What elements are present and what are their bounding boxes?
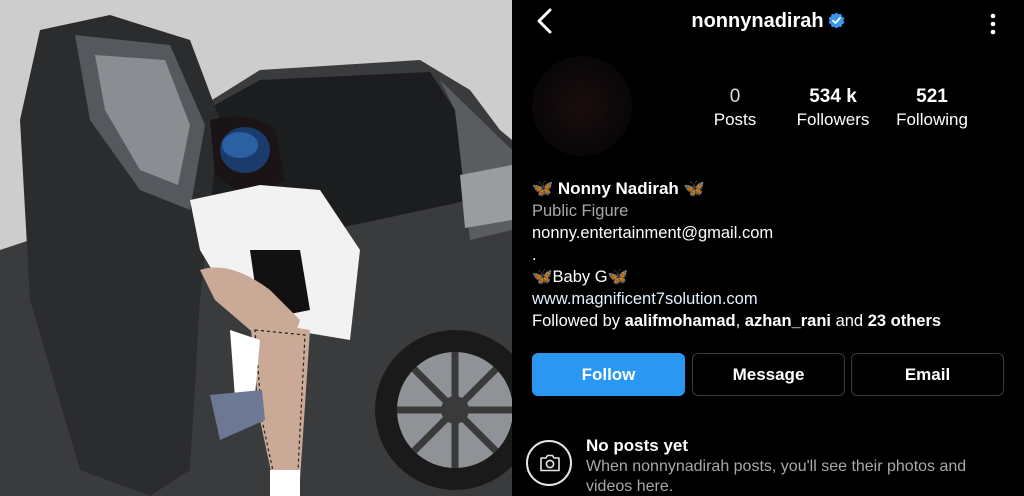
bio-email: nonny.entertainment@gmail.com <box>532 224 774 242</box>
more-vertical-icon[interactable] <box>982 12 1004 36</box>
display-name: 🦋 Nonny Nadirah 🦋 <box>532 178 1012 200</box>
bio-baby-text: Baby G <box>552 268 608 286</box>
following-count: 521 <box>916 86 948 107</box>
followed-and: and <box>835 312 864 330</box>
empty-state-title: No posts yet <box>586 436 689 455</box>
butterfly-emoji-right: 🦋 <box>683 179 705 198</box>
followed-by[interactable]: Followed by aalifmohamad, azhan_rani and… <box>532 310 1012 332</box>
profile-username-header: nonnynadirah <box>512 10 1024 33</box>
follow-button[interactable]: Follow <box>532 353 685 396</box>
stat-posts[interactable]: 0 Posts <box>680 86 790 131</box>
profile-panel: nonnynadirah 0 Posts 534 k Followers 521… <box>512 0 1024 496</box>
website-link[interactable]: www.magnificent7solution.com <box>532 288 1012 310</box>
butterfly-emoji-baby-right: 🦋 <box>607 268 629 286</box>
camera-icon <box>526 440 572 486</box>
followed-others[interactable]: 23 others <box>868 312 941 330</box>
username: nonnynadirah <box>691 10 824 32</box>
stat-followers[interactable]: 534 k Followers <box>778 86 888 131</box>
top-bar: nonnynadirah <box>512 0 1024 48</box>
profile-photo <box>0 0 512 496</box>
followed-by-prefix: Followed by <box>532 312 621 330</box>
followers-label: Followers <box>796 110 870 129</box>
posts-label: Posts <box>713 110 757 129</box>
butterfly-emoji-left: 🦋 <box>532 179 554 198</box>
message-button[interactable]: Message <box>692 353 845 396</box>
butterfly-emoji-baby-left: 🦋 <box>532 268 553 286</box>
bio-dot: . <box>532 246 537 264</box>
verified-badge-icon <box>828 12 845 29</box>
email-button[interactable]: Email <box>851 353 1004 396</box>
posts-count: 0 <box>729 86 741 107</box>
followers-count: 534 k <box>809 86 857 107</box>
empty-state: No posts yet When nonnynadirah posts, yo… <box>526 436 1016 496</box>
stat-following[interactable]: 521 Following <box>877 86 987 131</box>
followed-user-1[interactable]: aalifmohamad <box>625 312 736 330</box>
profile-stats: 0 Posts 534 k Followers 521 Following <box>512 86 1024 136</box>
bio-baby-line: 🦋Baby G🦋 <box>532 266 1012 288</box>
followed-user-2[interactable]: azhan_rani <box>745 312 831 330</box>
following-label: Following <box>896 110 968 129</box>
display-name-text: Nonny Nadirah <box>557 179 679 198</box>
profile-actions: Follow Message Email <box>532 353 1004 396</box>
empty-state-subtitle: When nonnynadirah posts, you'll see thei… <box>586 458 967 495</box>
category-label: Public Figure <box>532 202 629 220</box>
followed-separator: , <box>735 312 741 330</box>
profile-bio: 🦋 Nonny Nadirah 🦋 Public Figure nonny.en… <box>532 178 1012 332</box>
